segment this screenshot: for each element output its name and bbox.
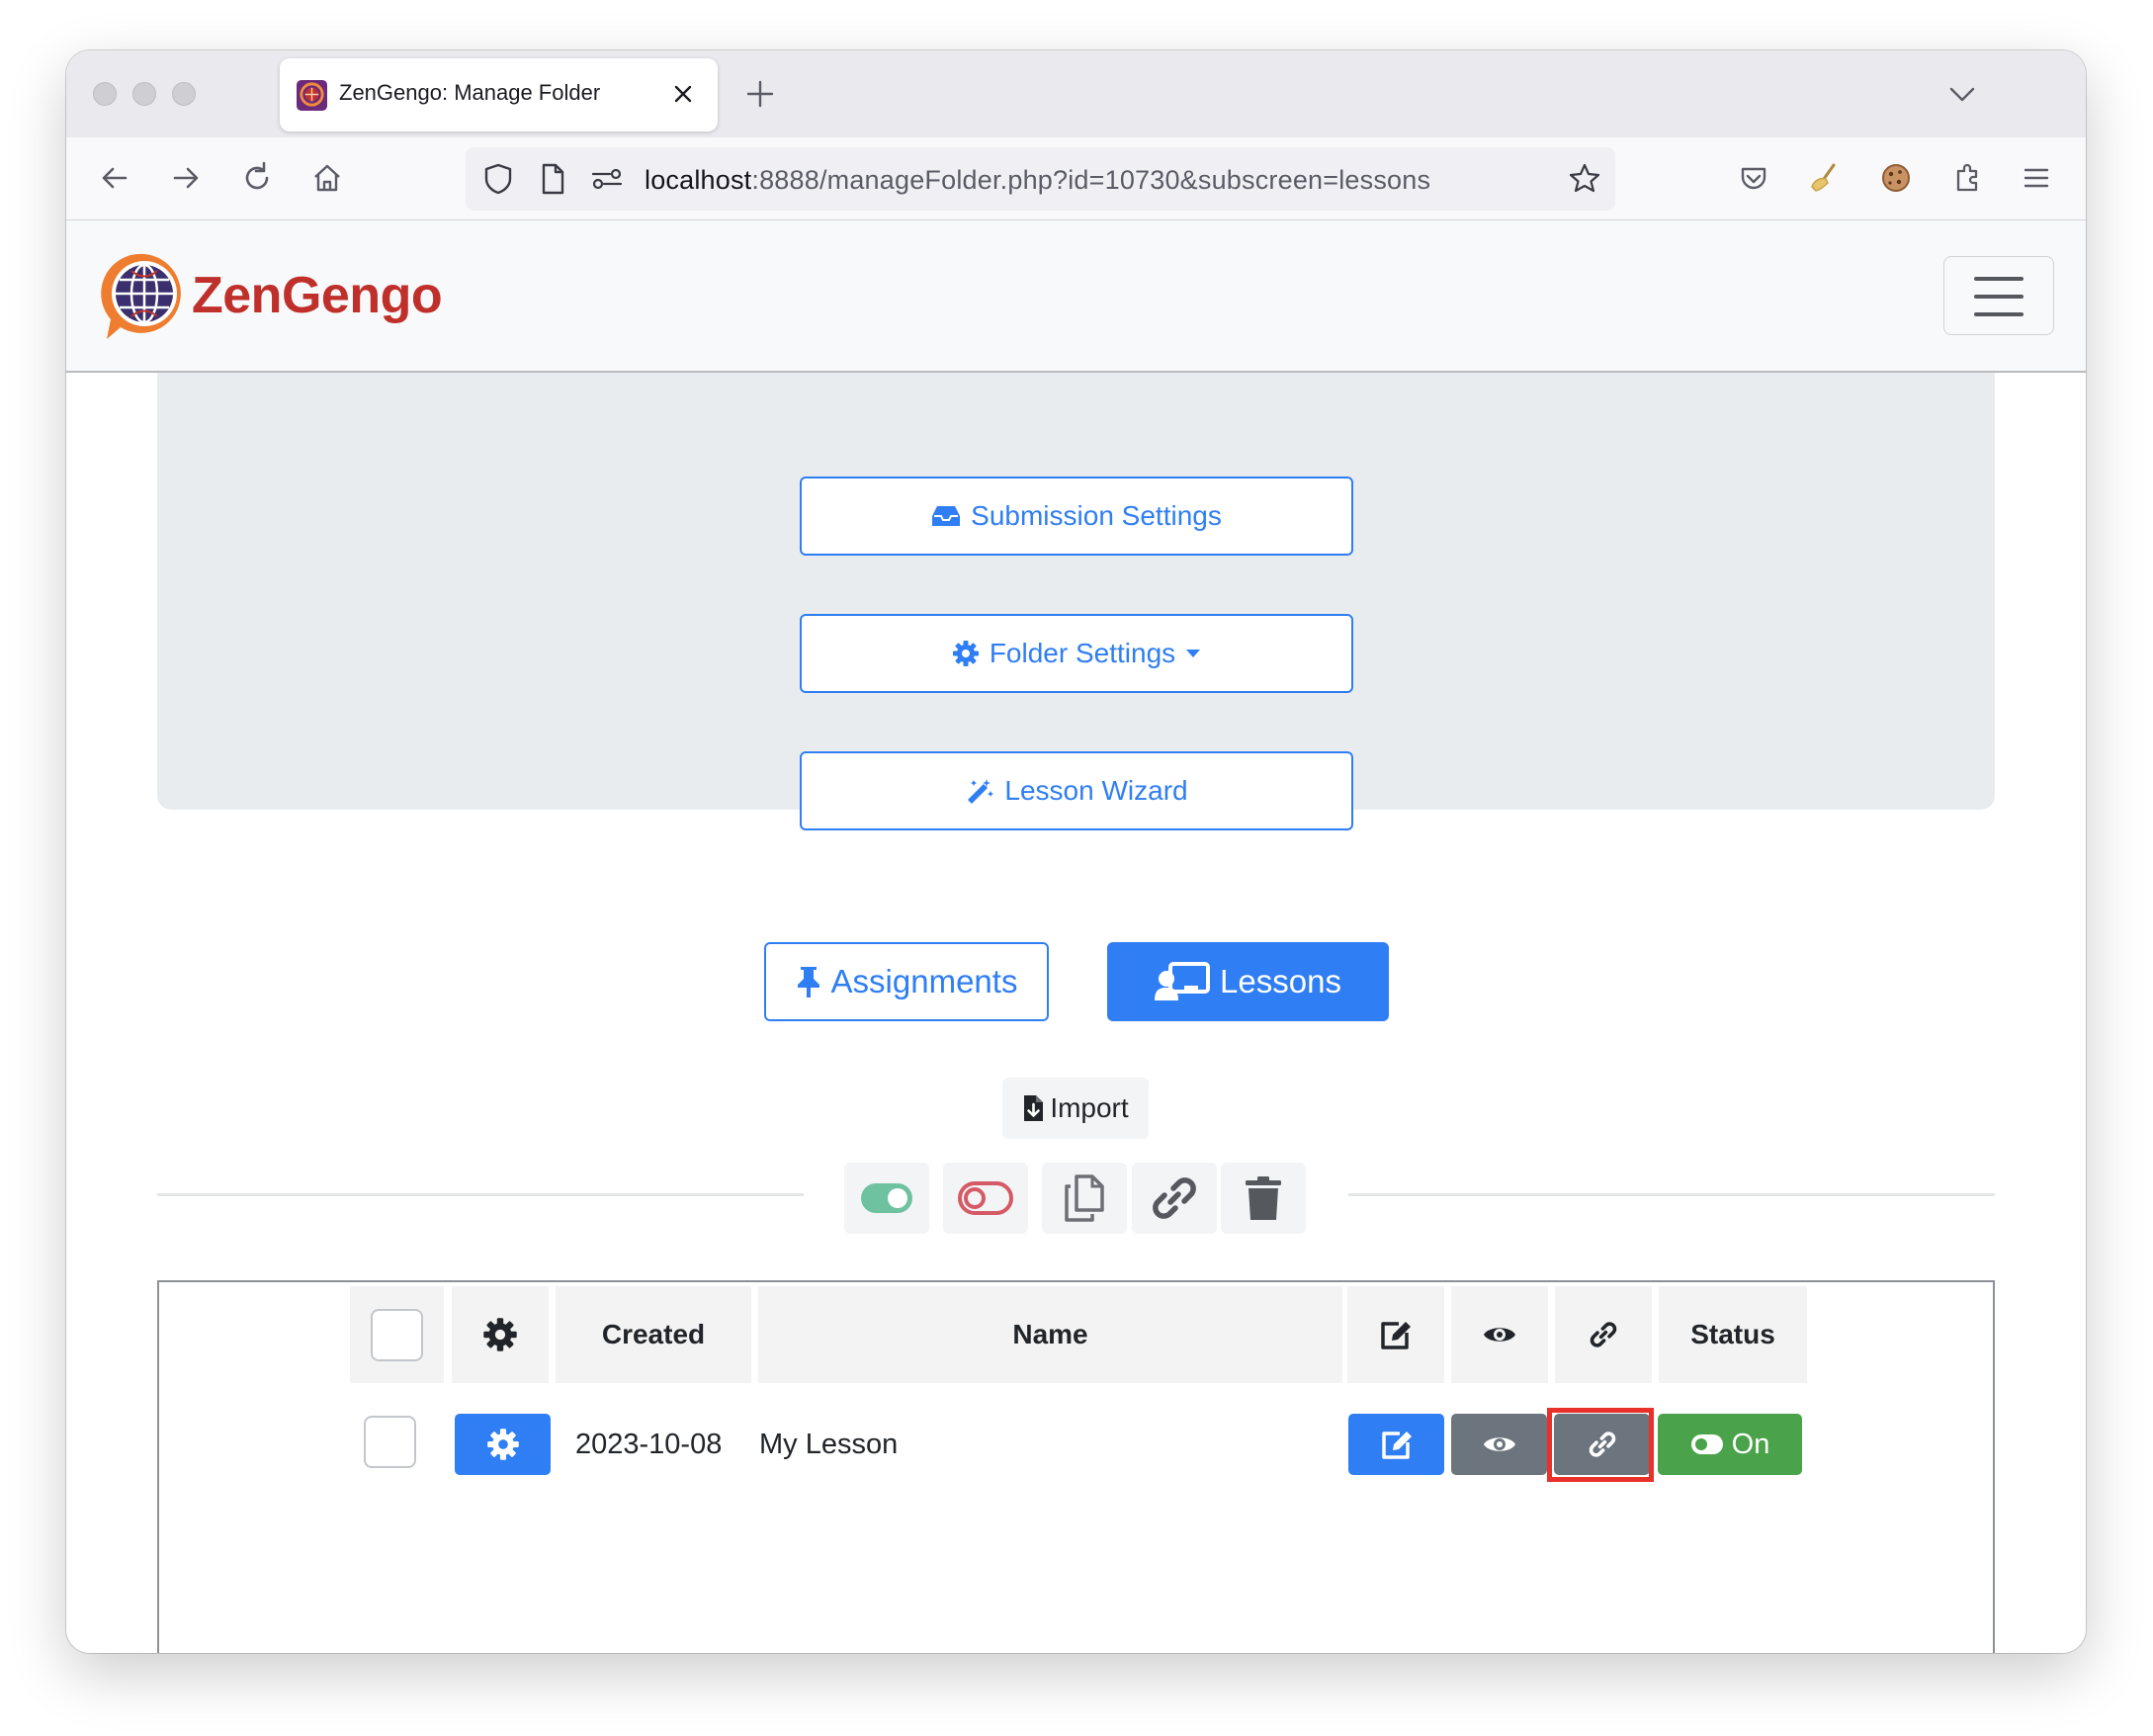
minimize-window-button[interactable] [132, 82, 156, 106]
brand-name[interactable]: ZenGengo [192, 266, 443, 325]
lessons-view-button[interactable]: Lessons [1107, 942, 1389, 1021]
divider-right [1348, 1193, 1995, 1196]
folder-settings-button[interactable]: Folder Settings [800, 614, 1353, 693]
edit-icon [1381, 1322, 1411, 1349]
chalkboard-user-icon [1155, 962, 1211, 1000]
row-created: 2023-10-08 [575, 1428, 723, 1460]
browser-toolbar: localhost:8888/manageFolder.php?id=10730… [66, 137, 2086, 220]
select-all-checkbox[interactable] [371, 1308, 423, 1361]
bulk-copy-button[interactable] [1042, 1163, 1127, 1234]
tab-strip: ZenGengo: Manage Folder [66, 50, 2086, 137]
header-link-cell [1555, 1286, 1652, 1383]
folder-settings-label: Folder Settings [989, 638, 1176, 668]
header-edit-cell [1347, 1286, 1444, 1383]
row-view-button[interactable] [1451, 1414, 1547, 1475]
bulk-delete-button[interactable] [1221, 1163, 1306, 1234]
page-icon[interactable] [533, 159, 572, 199]
chevron-down-icon[interactable] [1942, 74, 1982, 114]
toggle-on-icon [861, 1183, 912, 1213]
menu-icon[interactable] [2016, 157, 2057, 199]
link-button-highlight [1547, 1408, 1654, 1482]
inbox-icon [932, 506, 961, 526]
close-tab-icon[interactable] [663, 74, 703, 114]
thumbtack-icon [797, 967, 819, 998]
assignments-label: Assignments [830, 963, 1018, 999]
caret-down-icon [1186, 650, 1201, 657]
copy-icon [1065, 1174, 1104, 1222]
home-icon[interactable] [306, 157, 348, 199]
import-button[interactable]: Import [1002, 1078, 1149, 1139]
gear-icon [483, 1318, 517, 1351]
bulk-link-button[interactable] [1132, 1163, 1217, 1234]
header-select-cell [350, 1286, 444, 1383]
row-settings-button[interactable] [455, 1414, 551, 1475]
import-label: Import [1050, 1092, 1129, 1123]
new-tab-icon[interactable] [738, 72, 782, 116]
gear-icon [952, 641, 979, 666]
bookmark-star-icon[interactable] [1565, 159, 1604, 199]
row-select-checkbox[interactable] [364, 1416, 416, 1468]
eye-icon [1484, 1328, 1515, 1342]
header-status[interactable]: Status [1659, 1286, 1807, 1383]
assignments-view-button[interactable]: Assignments [764, 942, 1049, 1021]
tab-title: ZenGengo: Manage Folder [339, 80, 601, 105]
header-settings-cell [452, 1286, 549, 1383]
gear-icon [486, 1429, 519, 1460]
browser-tab[interactable]: ZenGengo: Manage Folder [280, 58, 718, 131]
toggle-on-icon [1690, 1434, 1723, 1454]
address-bar[interactable]: localhost:8888/manageFolder.php?id=10730… [466, 147, 1615, 211]
lessons-label: Lessons [1220, 963, 1341, 999]
shield-icon[interactable] [478, 159, 518, 199]
cookie-icon[interactable] [1875, 157, 1917, 199]
url-host: localhost [645, 165, 752, 195]
row-name[interactable]: My Lesson [759, 1415, 898, 1474]
folder-settings-panel [157, 373, 1995, 810]
maximize-window-button[interactable] [172, 82, 196, 106]
header-created[interactable]: Created [556, 1286, 751, 1383]
magic-wand-icon [968, 779, 994, 804]
divider-left [157, 1193, 804, 1196]
link-icon [1153, 1177, 1196, 1219]
zengengo-logo-icon[interactable] [99, 248, 190, 343]
trash-icon [1246, 1176, 1281, 1220]
pocket-icon[interactable] [1733, 157, 1774, 199]
permissions-icon[interactable] [587, 159, 627, 199]
url-text[interactable]: localhost:8888/manageFolder.php?id=10730… [645, 165, 1430, 196]
submission-settings-label: Submission Settings [971, 500, 1222, 531]
web-page: ZenGengo Submission Settings Folder Sett… [66, 220, 2086, 1653]
row-status-toggle-button[interactable]: On [1658, 1414, 1802, 1475]
header-view-cell [1451, 1286, 1548, 1383]
close-window-button[interactable] [93, 82, 117, 106]
edit-icon [1381, 1432, 1412, 1459]
forward-arrow-icon[interactable] [165, 157, 207, 199]
browser-window: ZenGengo: Manage Folder localhost:8888/m… [66, 50, 2086, 1653]
header-name[interactable]: Name [758, 1286, 1342, 1383]
bulk-disable-button[interactable] [943, 1163, 1028, 1234]
file-import-icon [1024, 1095, 1044, 1121]
link-icon [1590, 1322, 1617, 1347]
extensions-puzzle-icon[interactable] [1946, 157, 1988, 199]
bulk-enable-button[interactable] [844, 1163, 929, 1234]
lesson-wizard-label: Lesson Wizard [1004, 775, 1188, 806]
url-path: :8888/manageFolder.php?id=10730&subscree… [751, 165, 1431, 195]
back-arrow-icon[interactable] [94, 157, 135, 199]
toggle-off-icon [958, 1181, 1013, 1215]
row-status-label: On [1731, 1428, 1770, 1460]
submission-settings-button[interactable]: Submission Settings [800, 477, 1353, 556]
row-edit-button[interactable] [1348, 1414, 1444, 1475]
site-navbar: ZenGengo [66, 220, 2086, 373]
navbar-toggle-button[interactable] [1943, 256, 2054, 335]
extension-broom-icon[interactable] [1804, 157, 1846, 199]
zengengo-favicon-icon [297, 80, 327, 111]
reload-icon[interactable] [236, 157, 278, 199]
eye-icon [1483, 1437, 1515, 1451]
lesson-wizard-button[interactable]: Lesson Wizard [800, 751, 1353, 830]
